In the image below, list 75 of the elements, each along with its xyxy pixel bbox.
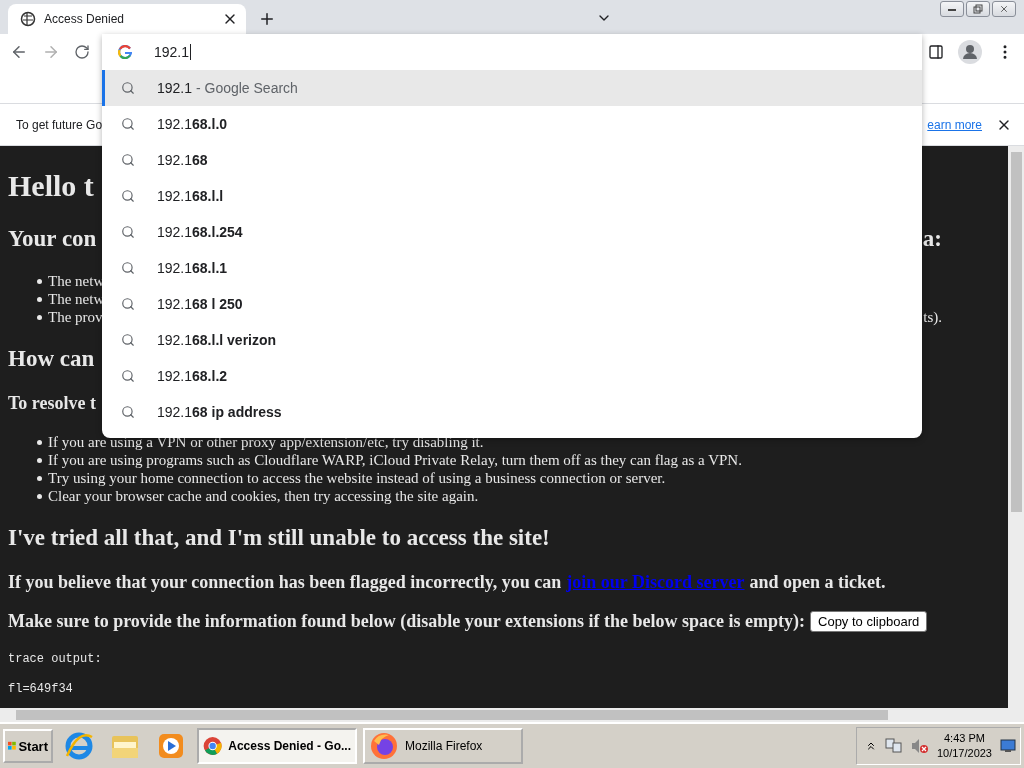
list-item: The prov <box>48 308 103 326</box>
side-panel-icon[interactable] <box>928 44 944 60</box>
copy-button[interactable]: Copy to clipboard <box>810 610 928 632</box>
section-heading: How can <box>8 345 95 373</box>
search-icon <box>121 333 135 347</box>
desktop-icon[interactable] <box>1000 739 1016 753</box>
reload-icon[interactable] <box>74 44 90 60</box>
section-heading: Your con <box>8 225 97 253</box>
globe-icon <box>20 11 36 27</box>
suggestion-item[interactable]: 192.168.l.2 <box>102 358 922 394</box>
search-icon <box>121 189 135 203</box>
suggestion-item[interactable]: 192.168.l.l verizon <box>102 322 922 358</box>
back-icon[interactable] <box>10 43 28 61</box>
g-logo-icon <box>118 45 132 59</box>
browser-tab[interactable]: Access Denied <box>8 4 246 34</box>
suggestion-item[interactable]: 192.168 l 250 <box>102 286 922 322</box>
address-field[interactable]: 192.1 <box>102 34 922 70</box>
close-button[interactable] <box>992 1 1016 17</box>
suggestion-item[interactable]: 192.168.l.l <box>102 178 922 214</box>
restore-button[interactable] <box>966 1 990 17</box>
suggestion-item[interactable]: 192.168.l.0 <box>102 106 922 142</box>
bullet-icon <box>37 296 42 302</box>
bullet-icon <box>37 314 42 320</box>
bullet-icon <box>37 475 42 481</box>
search-icon <box>121 81 135 95</box>
profile-icon[interactable] <box>958 40 982 64</box>
address-text: 192.1 <box>154 44 192 60</box>
list-item: Try using your home connection to access the website instead of using a business connection or server. <box>48 469 666 487</box>
bullet-icon <box>37 439 42 445</box>
trace-line: trace output: <box>8 652 103 667</box>
list-item: If you are using programs such as Cloudflare WARP, iCloud Private Relay, turn them off as they can flag as a VPN. <box>48 451 742 469</box>
vertical-scrollbar[interactable] <box>1008 146 1024 708</box>
search-icon <box>121 297 135 311</box>
paragraph: and open a ticket. <box>749 571 886 593</box>
restore-icon <box>973 4 983 14</box>
infobar-text: To get future Go <box>16 117 103 132</box>
page-heading: Hello t <box>8 169 94 202</box>
section-heading: I've tried all that, and I'm still unable to access the site! <box>8 524 550 552</box>
subheading: To resolve t <box>8 393 96 413</box>
bullet-icon <box>37 457 42 463</box>
list-item: Clear your browser cache and cookies, then try accessing the site again. <box>48 487 479 505</box>
trace-line: fl=649f34 <box>8 682 74 697</box>
suggestion-item[interactable]: 192.1 - Google Search <box>102 70 922 106</box>
search-icon <box>121 405 135 419</box>
search-icon <box>121 153 135 167</box>
windows-logo-icon <box>8 739 17 753</box>
search-icon <box>121 225 135 239</box>
close-icon <box>999 4 1009 14</box>
search-icon <box>121 117 135 131</box>
paragraph: If you believe that your connection has been flagged incorrectly, you can <box>8 571 562 593</box>
search-icon <box>121 261 135 275</box>
list-item: ts). <box>923 308 942 326</box>
start-button[interactable]: Start <box>3 729 53 763</box>
firefox-icon <box>369 731 399 761</box>
new-tab-icon[interactable] <box>258 10 276 28</box>
suggestion-item[interactable]: 192.168 ip address <box>102 394 922 430</box>
learn-more-link[interactable]: earn more <box>927 117 982 132</box>
network-icon[interactable] <box>884 738 903 754</box>
muted-speaker-icon[interactable] <box>910 738 929 754</box>
minimize-button[interactable] <box>940 1 964 17</box>
taskbar-button[interactable]: Mozilla Firefox <box>363 728 523 764</box>
taskbar-button[interactable]: Access Denied - Go... <box>197 728 357 764</box>
horizontal-scrollbar[interactable] <box>0 708 1024 722</box>
paragraph: Make sure to provide the information found below (disable your extensions if the below space is empty): <box>8 610 805 632</box>
clock-time: 4:43 PM <box>944 731 985 746</box>
minimize-icon <box>947 6 957 12</box>
suggestion-item[interactable]: 192.168.l.254 <box>102 214 922 250</box>
suggestion-item[interactable]: 192.168 <box>102 142 922 178</box>
search-icon <box>121 369 135 383</box>
bullet-icon <box>37 278 42 284</box>
suggestion-item[interactable]: 192.168.l.1 <box>102 250 922 286</box>
bullet-icon <box>37 493 42 499</box>
clock-date: 10/17/2023 <box>936 746 992 761</box>
tab-title: Access Denied <box>44 12 126 26</box>
section-heading: a: <box>922 225 942 253</box>
